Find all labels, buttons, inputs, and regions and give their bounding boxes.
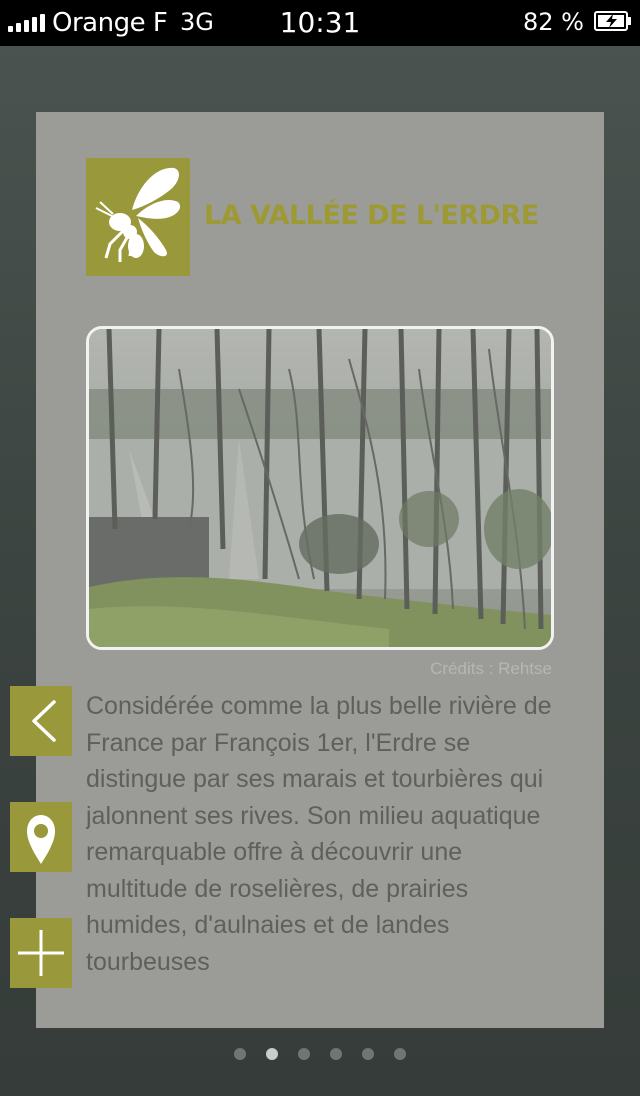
plus-icon	[18, 930, 64, 976]
chevron-left-icon	[32, 700, 56, 742]
category-logo	[86, 158, 190, 276]
previous-button[interactable]	[10, 686, 72, 756]
page-dot[interactable]	[330, 1048, 342, 1060]
page-dot[interactable]	[234, 1048, 246, 1060]
battery-percent: 82 %	[523, 8, 584, 36]
page-dot[interactable]	[394, 1048, 406, 1060]
map-pin-icon	[27, 815, 55, 864]
page-indicator	[0, 1048, 640, 1062]
description-text: Considérée comme la plus belle rivière d…	[86, 692, 552, 970]
photo-scene	[89, 329, 551, 647]
wasp-icon	[95, 167, 181, 262]
location-photo	[86, 326, 554, 650]
info-card: LA VALLÉE DE L'ERDRE Crédits: Rehtse Co…	[36, 112, 604, 1028]
battery-charging-icon	[594, 11, 631, 31]
card-title: LA VALLÉE DE L'ERDRE	[204, 200, 539, 231]
map-location-button[interactable]	[10, 802, 72, 872]
photo-credits: Crédits : Rehtse	[430, 659, 552, 678]
page-dot[interactable]	[298, 1048, 310, 1060]
status-bar: Orange F 3G 10:31 82 %	[0, 0, 640, 46]
more-info-button[interactable]	[10, 918, 72, 988]
page-dot[interactable]	[266, 1048, 278, 1060]
page-dot[interactable]	[362, 1048, 374, 1060]
